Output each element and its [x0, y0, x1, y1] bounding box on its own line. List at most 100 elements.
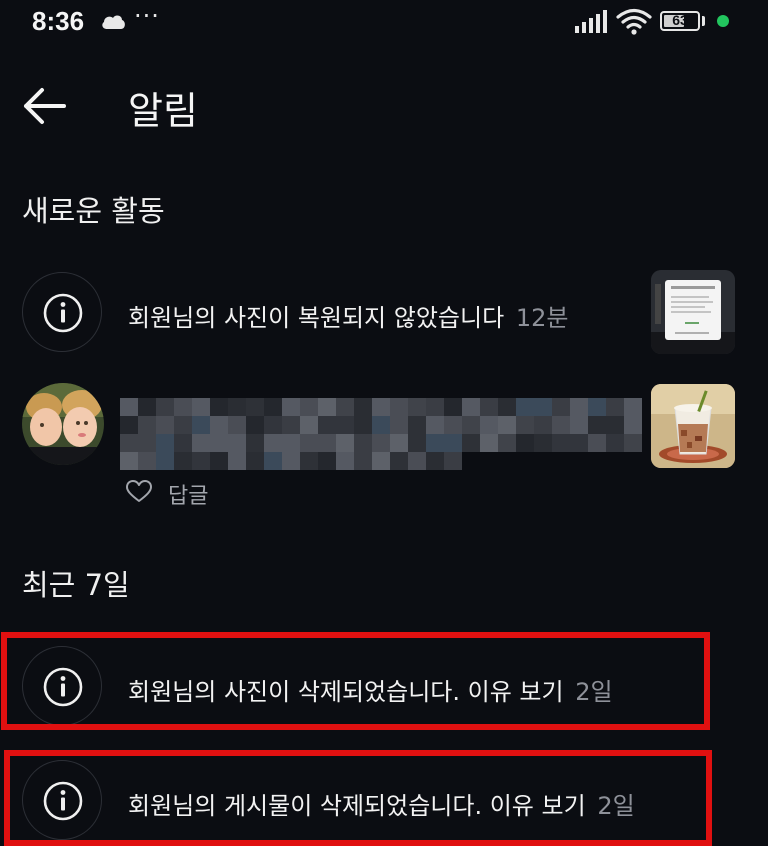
pixel-cell — [462, 416, 480, 434]
pixel-cell — [192, 398, 210, 416]
pixel-cell — [192, 416, 210, 434]
section-heading-recent-7-days: 최근 7일 — [22, 568, 130, 602]
pixel-cell — [390, 434, 408, 452]
pixel-cell — [624, 416, 642, 434]
pixel-cell — [282, 452, 300, 470]
pixel-cell — [282, 398, 300, 416]
notification-text: 회원님의 사진이 복원되지 않았습니다 12분 — [128, 298, 568, 333]
pixel-cell — [444, 452, 462, 470]
pixel-cell — [588, 416, 606, 434]
pixel-cell — [426, 434, 444, 452]
pixel-cell — [192, 452, 210, 470]
pixel-cell — [426, 452, 444, 470]
pixel-cell — [462, 434, 480, 452]
pixel-cell — [336, 416, 354, 434]
pixel-cell — [552, 416, 570, 434]
pixel-cell — [534, 416, 552, 434]
pixel-cell — [426, 416, 444, 434]
wifi-icon — [616, 8, 652, 40]
pixel-cell — [552, 398, 570, 416]
pixel-cell — [120, 416, 138, 434]
pixel-cell — [498, 398, 516, 416]
pixel-cell — [480, 416, 498, 434]
pixel-cell — [174, 416, 192, 434]
highlight-box — [1, 632, 710, 730]
green-indicator-dot — [717, 15, 729, 27]
info-icon — [43, 293, 83, 333]
notification-time: 12분 — [515, 304, 569, 332]
notification-message: 회원님의 사진이 복원되지 않았습니다 — [128, 304, 505, 332]
pixel-cell — [156, 452, 174, 470]
status-bar: 8:36 ··· 63 — [0, 0, 768, 44]
reply-link[interactable]: 답글 — [168, 478, 208, 510]
pixel-cell — [228, 452, 246, 470]
pixel-cell — [120, 398, 138, 416]
pixel-cell — [606, 398, 624, 416]
status-time: 8:36 — [32, 6, 85, 36]
pixel-cell — [516, 398, 534, 416]
pixel-cell — [408, 398, 426, 416]
pixel-cell — [372, 398, 390, 416]
pixel-cell — [138, 398, 156, 416]
highlight-box — [4, 750, 712, 846]
pixel-cell — [246, 398, 264, 416]
heart-icon[interactable] — [126, 480, 152, 508]
pixel-cell — [210, 398, 228, 416]
pixel-cell — [390, 398, 408, 416]
pixel-cell — [120, 452, 138, 470]
kids-photo-avatar[interactable] — [22, 383, 104, 465]
pixel-cell — [390, 452, 408, 470]
battery-level: 63 — [672, 12, 688, 28]
pixel-cell — [336, 452, 354, 470]
screenshot-thumbnail[interactable] — [651, 270, 735, 354]
pixel-cell — [156, 434, 174, 452]
back-arrow-icon — [24, 88, 66, 124]
pixel-cell — [246, 416, 264, 434]
pixel-cell — [570, 434, 588, 452]
pixel-cell — [318, 398, 336, 416]
battery-tip — [702, 16, 705, 26]
pixel-cell — [228, 398, 246, 416]
pixel-cell — [498, 416, 516, 434]
pixel-cell — [462, 398, 480, 416]
pixel-cell — [210, 434, 228, 452]
pixel-cell — [156, 398, 174, 416]
pixel-cell — [354, 434, 372, 452]
pixel-cell — [282, 434, 300, 452]
pixel-cell — [264, 452, 282, 470]
pixel-cell — [588, 398, 606, 416]
pixel-cell — [300, 452, 318, 470]
drink-cup-thumbnail[interactable] — [651, 384, 735, 468]
pixel-cell — [408, 434, 426, 452]
pixel-cell — [354, 452, 372, 470]
section-heading-new-activity: 새로운 활동 — [22, 194, 165, 228]
pixel-cell — [624, 434, 642, 452]
pixel-cell — [444, 398, 462, 416]
pixel-cell — [318, 416, 336, 434]
back-button[interactable] — [20, 84, 68, 128]
pixel-cell — [174, 452, 192, 470]
pixel-cell — [372, 416, 390, 434]
pixelated-comment-text — [120, 398, 642, 470]
pixel-cell — [246, 452, 264, 470]
pixel-cell — [246, 434, 264, 452]
pixel-cell — [264, 434, 282, 452]
pixel-cell — [606, 416, 624, 434]
pixel-cell — [534, 398, 552, 416]
pixel-cell — [624, 398, 642, 416]
pixel-cell — [570, 398, 588, 416]
pixel-cell — [336, 398, 354, 416]
pixel-cell — [300, 434, 318, 452]
info-avatar — [22, 272, 102, 352]
battery-icon: 63 — [660, 11, 700, 31]
signal-icon — [574, 10, 608, 38]
pixel-cell — [372, 434, 390, 452]
pixel-cell — [318, 434, 336, 452]
pixel-cell — [426, 398, 444, 416]
pixel-cell — [534, 434, 552, 452]
pixel-cell — [300, 416, 318, 434]
pixel-cell — [210, 416, 228, 434]
pixel-cell — [606, 434, 624, 452]
pixel-cell — [480, 434, 498, 452]
pixel-cell — [210, 452, 228, 470]
